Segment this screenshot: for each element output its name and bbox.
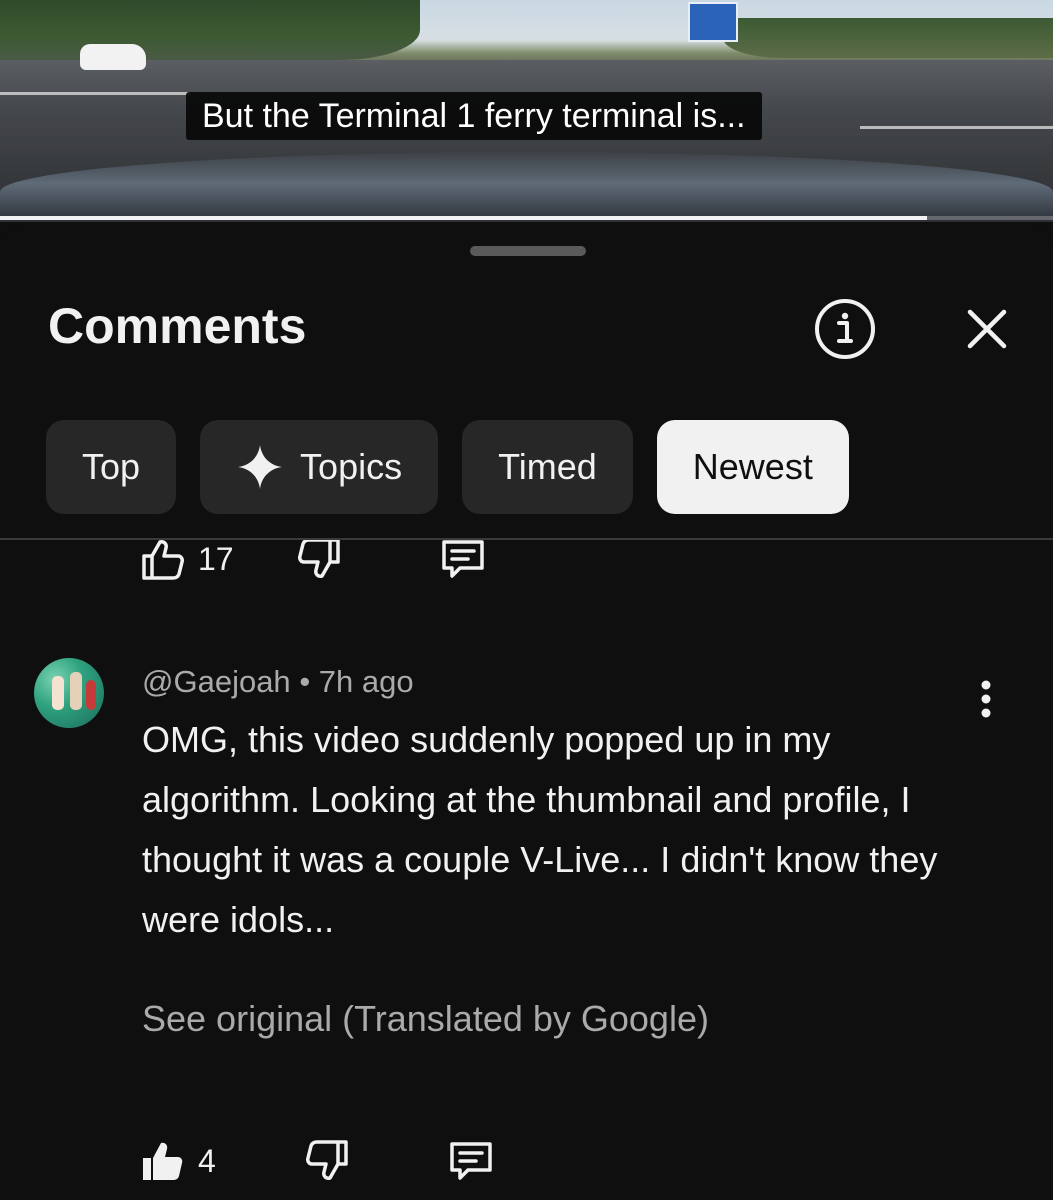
like-count: 4: [198, 1142, 216, 1179]
comment-icon: [450, 1142, 492, 1180]
chip-label: Timed: [498, 446, 597, 487]
thumbs-down-outline-icon: [297, 540, 340, 578]
thumbs-down-outline-icon: [305, 1140, 348, 1180]
video-subtitle: But the Terminal 1 ferry terminal is...: [186, 92, 762, 140]
video-progress-bar[interactable]: [0, 216, 1053, 220]
video-progress-fill: [0, 216, 927, 220]
comment-icon: [441, 540, 484, 578]
info-button[interactable]: [812, 296, 878, 362]
see-original-link[interactable]: See original (Translated by Google): [142, 994, 709, 1044]
chip-label: Topics: [300, 446, 403, 487]
comments-list: 17 @Gaejoah • 7h ago OMG, this video sud…: [0, 540, 1053, 1200]
drag-handle[interactable]: [470, 246, 586, 256]
dislike-button[interactable]: [304, 1138, 350, 1184]
prev-comment-actions: 17: [140, 540, 488, 582]
avatar[interactable]: [34, 658, 104, 728]
thumbs-up-filled-icon: [143, 1142, 183, 1180]
meta-separator: •: [299, 664, 311, 699]
video-scene: [0, 0, 420, 60]
comment-author[interactable]: @Gaejoah: [142, 664, 291, 699]
comment-actions: 4: [140, 1138, 496, 1184]
chip-label: Newest: [692, 446, 813, 487]
comment-text: OMG, this video suddenly popped up in my…: [142, 719, 938, 940]
chip-topics[interactable]: Topics: [200, 420, 439, 514]
close-button[interactable]: [954, 296, 1020, 362]
reply-button[interactable]: [446, 1138, 496, 1184]
close-icon: [967, 309, 1007, 349]
chip-timed[interactable]: Timed: [462, 420, 633, 514]
more-vert-icon: [981, 680, 991, 718]
sparkle-icon: [236, 443, 284, 491]
chip-top[interactable]: Top: [46, 420, 177, 514]
more-options-button[interactable]: [960, 672, 1012, 726]
like-button[interactable]: [140, 1138, 186, 1184]
dislike-button[interactable]: [296, 540, 342, 582]
thumbs-up-outline-icon: [142, 540, 184, 580]
info-circle-icon: [815, 299, 875, 359]
sort-chips: Top Topics Timed Newest: [46, 420, 849, 514]
reply-button[interactable]: [438, 540, 488, 582]
chip-newest[interactable]: Newest: [656, 420, 849, 514]
comment-time: 7h ago: [318, 664, 414, 699]
sheet-title: Comments: [48, 298, 307, 354]
video-player[interactable]: But the Terminal 1 ferry terminal is...: [0, 0, 1053, 222]
like-button[interactable]: [140, 540, 186, 582]
chip-label: Top: [82, 446, 141, 487]
like-count: 17: [198, 540, 234, 577]
comment-meta: @Gaejoah • 7h ago: [142, 662, 414, 702]
comments-sheet: Comments Top Topics Timed Newest 17 @Gae…: [0, 224, 1053, 1200]
